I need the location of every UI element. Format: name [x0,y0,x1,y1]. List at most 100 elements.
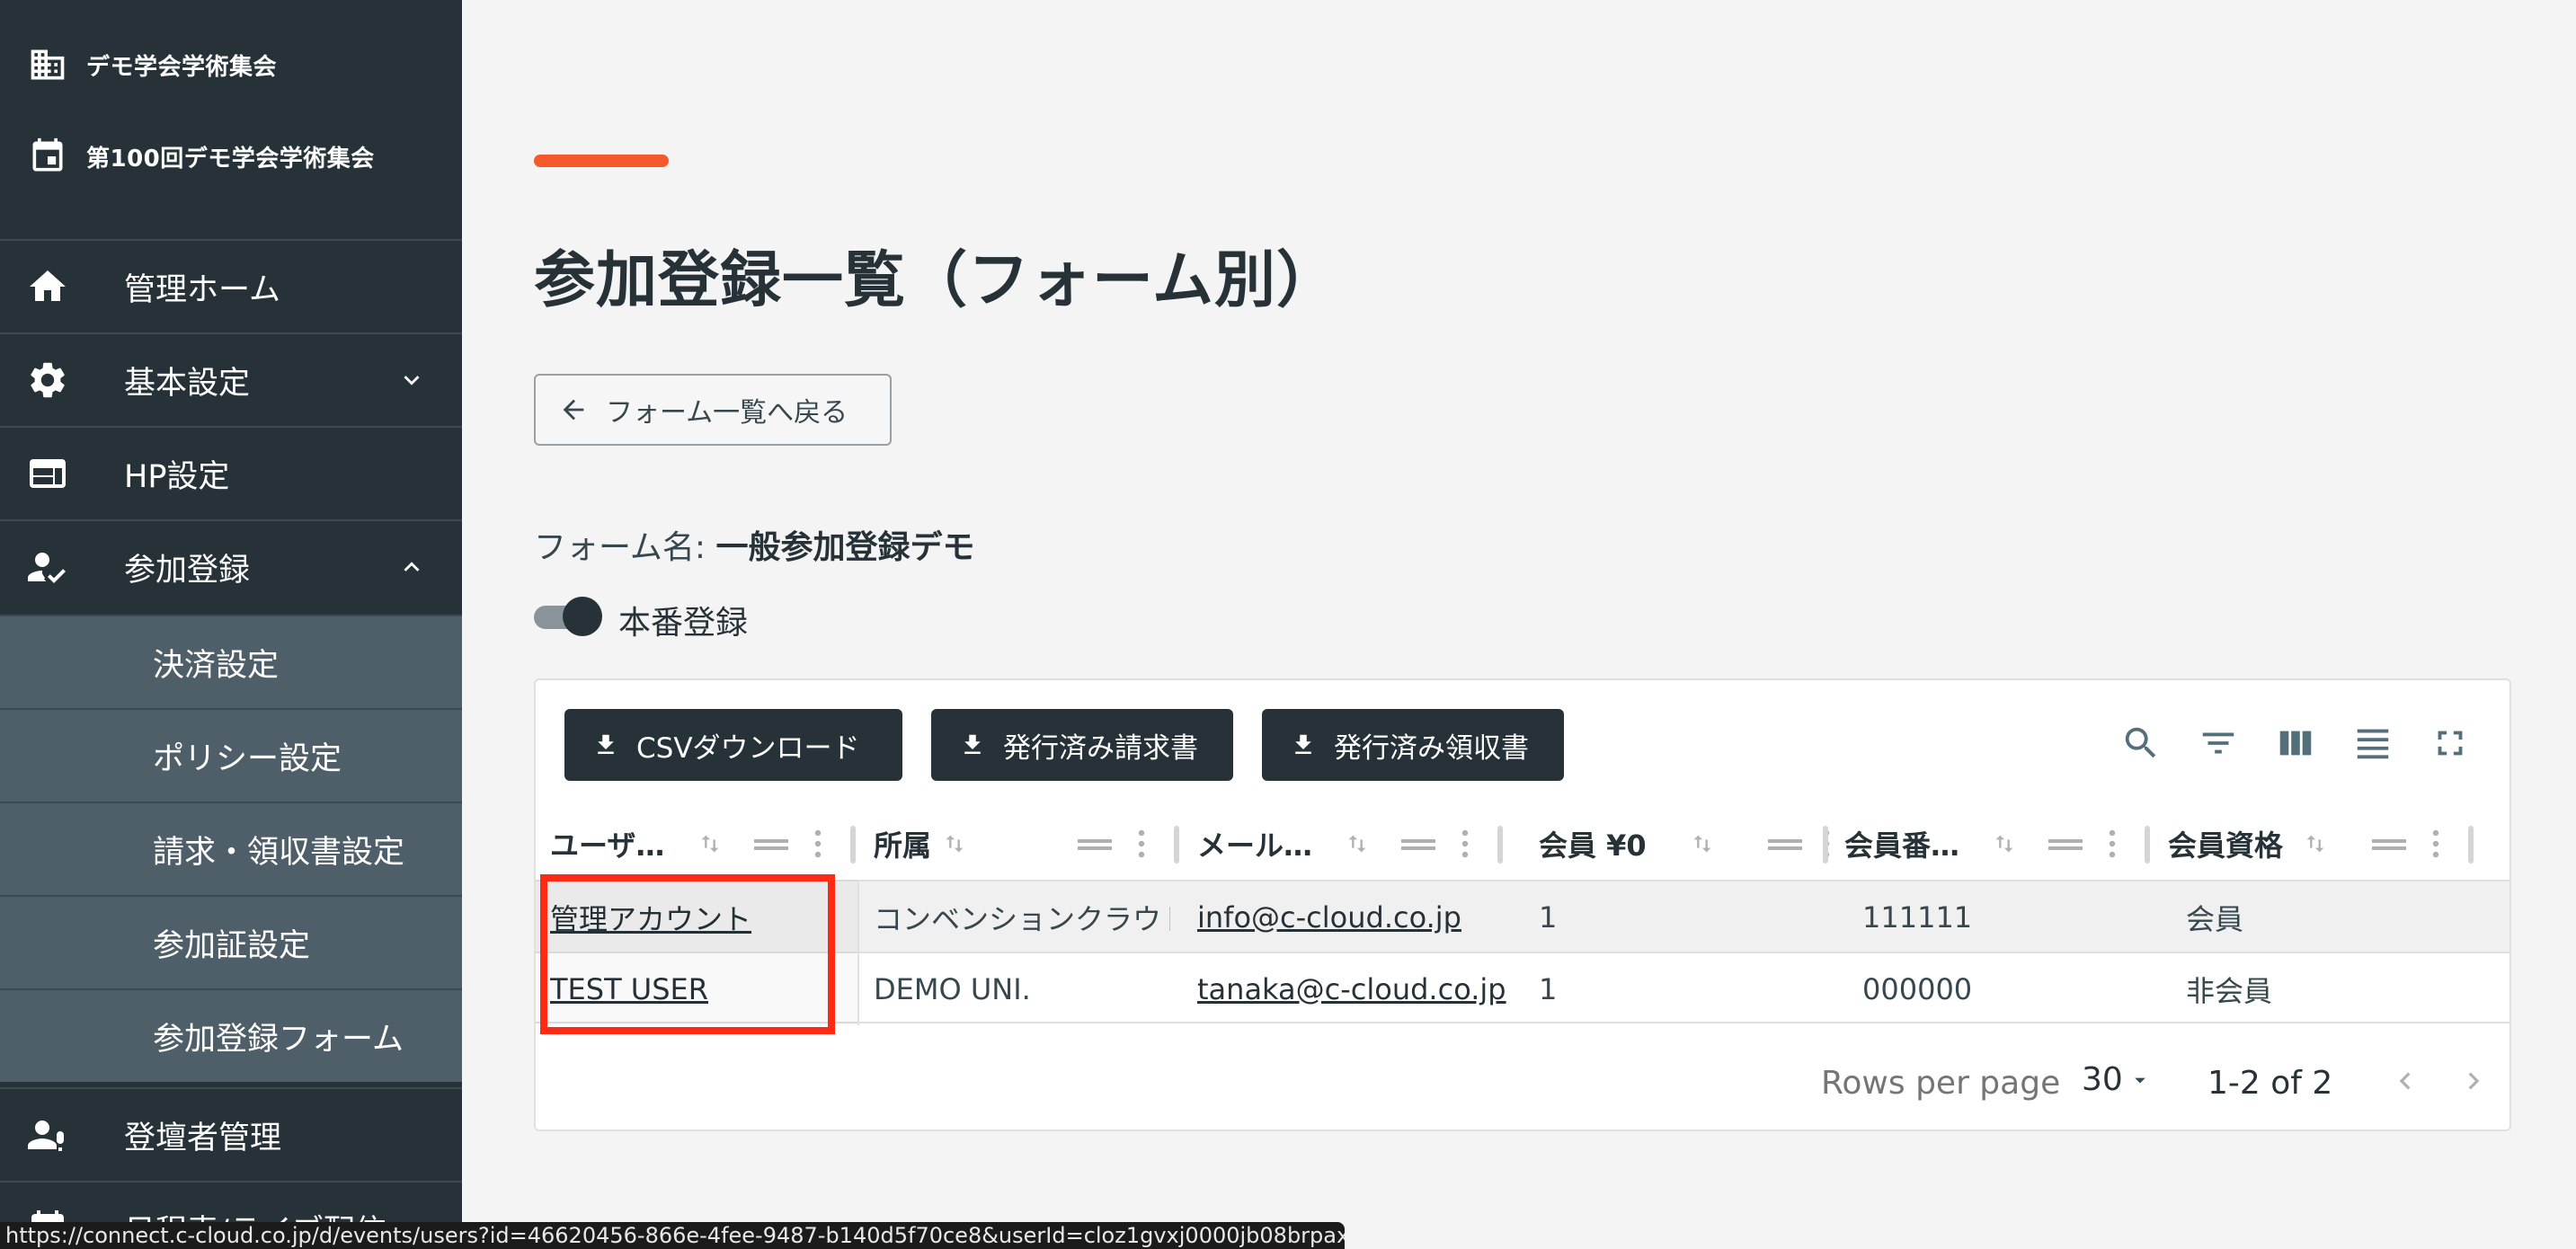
event-name: 第100回デモ学会学術集会 [86,145,375,173]
drag-handle-icon[interactable] [753,829,789,860]
column-header-email[interactable]: メール… [1183,808,1506,880]
column-resize-handle[interactable] [1497,826,1503,864]
sidebar-subitem-label: 決済設定 [153,647,280,684]
column-menu-icon[interactable] [1456,828,1474,860]
sidebar-item-hp-settings[interactable]: HP設定 [0,426,462,519]
rows-per-page-label: Rows per page [1821,1065,2061,1102]
sidebar-item-speakers[interactable]: 登壇者管理 [0,1087,462,1181]
affiliation-cell: DEMO UNI. [874,972,1031,1006]
sort-icon[interactable] [938,828,971,860]
production-toggle[interactable] [534,595,604,636]
web-icon [25,451,70,496]
column-header-label: 会員番… [1844,828,1960,863]
status-bar-url: https://connect.c-cloud.co.jp/d/events/u… [0,1222,1345,1249]
column-header-label: 所属 [874,828,932,863]
column-header-affiliation[interactable]: 所属 [859,808,1183,880]
member-number-cell: 111111 [1862,900,1973,935]
download-icon [590,729,622,761]
chevron-down-icon [395,364,428,396]
org-row[interactable]: デモ学会学術集会 [0,29,462,101]
org-name: デモ学会学術集会 [86,53,278,81]
sidebar-item-basic-settings[interactable]: 基本設定 [0,332,462,426]
column-header-membership[interactable]: 会員資格 [2154,808,2509,880]
issued-invoices-button[interactable]: 発行済み請求書 [931,709,1233,781]
column-header-member-fee[interactable]: 会員 ¥0 [1506,808,1830,880]
download-icon [956,729,989,761]
sidebar-item-registration[interactable]: 参加登録 [0,519,462,613]
drag-handle-icon[interactable] [1767,829,1803,860]
home-icon [25,264,70,309]
drag-handle-icon[interactable] [2047,829,2083,860]
column-header-label: ユーザ… [550,828,665,863]
page-title: 参加登録一覧（フォーム別） [534,245,1338,316]
table-pagination: Rows per page 30 1-2 of 2 [536,1027,2509,1129]
columns-icon[interactable] [2270,718,2321,768]
drag-handle-icon[interactable] [1400,829,1436,860]
chevron-right-icon[interactable] [2456,1063,2492,1099]
column-menu-icon[interactable] [809,828,827,860]
sort-icon[interactable] [694,828,726,860]
column-menu-icon[interactable] [2103,828,2121,860]
sidebar-item-label: 参加登録 [124,552,251,589]
sort-icon[interactable] [2299,828,2332,860]
back-to-forms-button[interactable]: フォーム一覧へ戻る [534,374,892,446]
sort-icon[interactable] [1341,828,1373,860]
sidebar-subitem-payment[interactable]: 決済設定 [0,615,462,708]
event-row[interactable]: 第100回デモ学会学術集会 [0,120,462,192]
issued-receipts-button[interactable]: 発行済み領収書 [1262,709,1564,781]
issued-invoices-label: 発行済み請求書 [1003,731,1198,765]
column-resize-handle[interactable] [2145,826,2150,864]
fullscreen-icon[interactable] [2425,718,2475,768]
column-header-label: 会員資格 [2168,828,2284,863]
column-resize-handle[interactable] [2468,826,2474,864]
person-check-icon [25,545,70,589]
filter-icon[interactable] [2193,718,2243,768]
sidebar-subitem-label: 請求・領収書設定 [153,834,405,871]
affiliation-cell: コンベンションクラウド [874,902,1170,936]
column-resize-handle[interactable] [1174,826,1179,864]
highlight-annotation [540,874,835,1034]
drag-handle-icon[interactable] [2371,829,2407,860]
email-link[interactable]: tanaka@c-cloud.co.jp [1197,953,1557,1025]
search-icon[interactable] [2116,718,2166,768]
form-name-label: フォーム名: [534,529,706,566]
toggle-knob [563,597,602,636]
people-mic-icon [25,1112,70,1157]
caret-down-icon[interactable] [2127,1067,2154,1094]
sidebar-subitem-label: ポリシー設定 [153,740,342,777]
sidebar-subitem-certificate[interactable]: 参加証設定 [0,895,462,988]
column-resize-handle[interactable] [850,826,856,864]
column-header-user[interactable]: ユーザ… [536,808,859,880]
chevron-left-icon[interactable] [2387,1063,2423,1099]
sidebar-item-label: HP設定 [124,458,230,495]
sidebar: デモ学会学術集会 第100回デモ学会学術集会 管理ホーム 基本設定 HP設定 参… [0,0,462,1249]
form-name: フォーム名: 一般参加登録デモ [534,521,975,568]
download-icon [1287,729,1319,761]
sidebar-subitem-policy[interactable]: ポリシー設定 [0,708,462,802]
toggle-label: 本番登録 [618,605,749,642]
membership-cell: 会員 [2186,902,2244,936]
sidebar-item-label: 基本設定 [124,365,251,402]
sidebar-subitem-registration-form[interactable]: 参加登録フォーム [0,988,462,1082]
column-resize-handle[interactable] [1823,826,1828,864]
calendar-event-icon [27,136,68,177]
sort-icon[interactable] [1686,828,1719,860]
table-header: ユーザ… 所属 メール… 会員 ¥0 会員番… 会員資格 [536,808,2509,880]
sort-icon[interactable] [1988,828,2021,860]
column-header-label: メール… [1197,828,1313,863]
column-header-member-number[interactable]: 会員番… [1823,808,2154,880]
membership-cell: 非会員 [2186,974,2273,1008]
email-link[interactable]: info@c-cloud.co.jp [1197,881,1557,953]
column-menu-icon[interactable] [1133,828,1150,860]
csv-download-button[interactable]: CSVダウンロード [564,709,902,781]
sidebar-item-home[interactable]: 管理ホーム [0,239,462,332]
title-accent-bar [534,155,669,167]
column-menu-icon[interactable] [2427,828,2445,860]
sidebar-subitem-label: 参加登録フォーム [153,1021,404,1058]
sidebar-item-label: 登壇者管理 [124,1120,282,1156]
sidebar-subitem-invoice-receipt[interactable]: 請求・領収書設定 [0,802,462,895]
density-icon[interactable] [2348,718,2398,768]
rows-per-page-select[interactable]: 30 [2082,1061,2123,1098]
drag-handle-icon[interactable] [1077,829,1113,860]
arrow-left-icon [557,394,590,426]
